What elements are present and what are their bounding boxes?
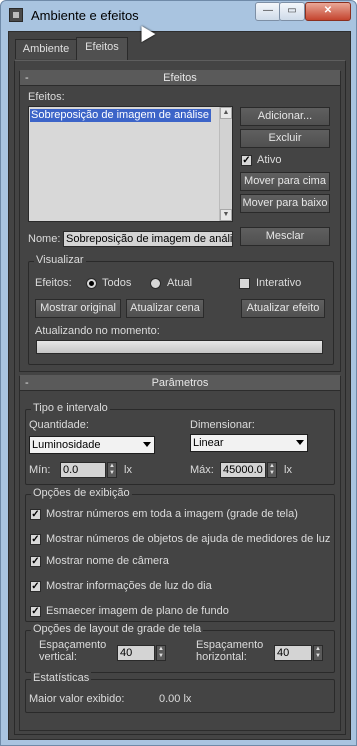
- vertical-field[interactable]: 40: [117, 645, 155, 661]
- min-spinner-arrows[interactable]: ▲ ▼: [107, 462, 117, 478]
- visualizar-title: Visualizar: [34, 254, 86, 266]
- list-item[interactable]: Sobreposição de imagem de análise de: [30, 109, 211, 122]
- min-field[interactable]: 0.0: [60, 462, 106, 478]
- estatisticas-title: Estatísticas: [31, 672, 92, 684]
- parametros-rollout: - Parâmetros Tipo e intervalo Quantidade…: [19, 375, 341, 731]
- title-bar[interactable]: Ambiente e efeitos — ▭ ✕: [1, 1, 356, 31]
- medidores-checkbox[interactable]: ✓: [30, 534, 41, 545]
- close-button[interactable]: ✕: [305, 2, 351, 21]
- max-spinner-arrows[interactable]: ▲ ▼: [267, 462, 277, 478]
- tipo-intervalo-title: Tipo e intervalo: [31, 402, 110, 414]
- efeitos-list-label: Efeitos:: [28, 91, 65, 103]
- horizontal-spinner-arrows[interactable]: ▲ ▼: [313, 645, 323, 661]
- radio-atual-label: Atual: [167, 277, 193, 289]
- collapse-icon: -: [25, 72, 29, 84]
- max-label: Máx:: [190, 464, 214, 476]
- grade-layout-title: Opções de layout de grade de tela: [31, 623, 204, 635]
- maior-valor-label: Maior valor exibido:: [29, 693, 125, 705]
- nome-field[interactable]: Sobreposição de imagem de anális: [63, 231, 233, 247]
- update-progress-bar: [36, 340, 323, 354]
- visualizar-group: Visualizar Efeitos: Todos Atual Interati…: [28, 254, 334, 365]
- vertical-spinner-arrows[interactable]: ▲ ▼: [156, 645, 166, 661]
- ativo-checkbox[interactable]: ✓: [241, 155, 252, 166]
- dimensionar-dropdown[interactable]: Linear: [190, 434, 308, 452]
- efeitos-rollout-title: Efeitos: [163, 72, 197, 84]
- grade-tela-checkbox[interactable]: ✓: [30, 509, 41, 520]
- camera-label: Mostrar nome de câmera: [46, 555, 169, 567]
- minimize-button[interactable]: —: [255, 2, 281, 21]
- horizontal-spinner[interactable]: 40 ▲ ▼: [274, 645, 324, 661]
- max-spinner[interactable]: 45000.0 ▲ ▼: [220, 462, 280, 478]
- interativo-checkbox[interactable]: [239, 278, 250, 289]
- dimensionar-value: Linear: [193, 437, 224, 449]
- scroll-down-icon[interactable]: ▼: [220, 209, 232, 221]
- interativo-label: Interativo: [256, 277, 302, 289]
- grade-layout-group: Opções de layout de grade de tela Espaça…: [25, 623, 335, 673]
- collapse-icon: -: [25, 377, 29, 389]
- max-field[interactable]: 45000.0: [220, 462, 266, 478]
- chevron-down-icon: [296, 440, 304, 445]
- excluir-button[interactable]: Excluir: [240, 129, 330, 148]
- atualizar-efeito-button[interactable]: Atualizar efeito: [241, 299, 325, 318]
- esmaecer-checkbox[interactable]: ✓: [30, 606, 41, 617]
- dialog-client: Ambiente Efeitos - Efeitos Efeitos: Sobr…: [8, 31, 351, 740]
- window: Ambiente e efeitos — ▭ ✕ Ambiente Efeito…: [0, 0, 357, 746]
- quantidade-value: Luminosidade: [32, 439, 101, 451]
- parametros-rollout-header[interactable]: - Parâmetros: [20, 376, 340, 391]
- luz-dia-checkbox[interactable]: ✓: [30, 581, 41, 592]
- esmaecer-label: Esmaecer imagem de plano de fundo: [46, 605, 229, 617]
- exibicao-title: Opções de exibição: [31, 487, 132, 499]
- tab-efeitos[interactable]: Efeitos: [76, 37, 128, 61]
- efeitos-rollout-header[interactable]: - Efeitos: [20, 71, 340, 86]
- grade-tela-label: Mostrar números em toda a imagem (grade …: [46, 508, 298, 520]
- espacamento-horizontal-label-1: Espaçamento: [196, 639, 264, 651]
- max-unit: lx: [284, 464, 292, 476]
- maior-valor-value: 0.00 lx: [159, 693, 192, 705]
- espacamento-vertical-label-1: Espaçamento: [39, 639, 107, 651]
- window-title: Ambiente e efeitos: [31, 8, 139, 23]
- min-label: Mín:: [29, 464, 51, 476]
- list-scrollbar[interactable]: ▲ ▼: [219, 107, 232, 221]
- luz-dia-label: Mostrar informações de luz do dia: [46, 580, 212, 592]
- tab-ambiente[interactable]: Ambiente: [15, 39, 77, 59]
- tipo-intervalo-group: Tipo e intervalo Quantidade: Luminosidad…: [25, 402, 335, 485]
- atualizando-label: Atualizando no momento:: [35, 325, 160, 337]
- maximize-button[interactable]: ▭: [279, 2, 305, 21]
- mesclar-button[interactable]: Mesclar: [240, 227, 330, 246]
- efeitos-radio-label: Efeitos:: [35, 277, 72, 289]
- quantidade-dropdown[interactable]: Luminosidade: [29, 436, 155, 454]
- mostrar-original-button[interactable]: Mostrar original: [35, 299, 121, 318]
- ativo-label: Ativo: [257, 154, 282, 166]
- atualizar-cena-button[interactable]: Atualizar cena: [126, 299, 204, 318]
- espacamento-vertical-label-2: vertical:: [39, 651, 77, 663]
- quantidade-label: Quantidade:: [29, 419, 89, 431]
- app-icon: [9, 8, 23, 22]
- espacamento-horizontal-label-2: horizontal:: [196, 651, 247, 663]
- radio-todos-label: Todos: [102, 277, 132, 289]
- adicionar-button[interactable]: Adicionar...: [240, 107, 330, 126]
- medidores-label: Mostrar números de objetos de ajuda de m…: [46, 533, 330, 545]
- nome-label: Nome:: [28, 233, 61, 245]
- efeitos-listbox[interactable]: Sobreposição de imagem de análise de ▲ ▼: [28, 106, 233, 222]
- vertical-spinner[interactable]: 40 ▲ ▼: [117, 645, 167, 661]
- exibicao-group: Opções de exibição ✓ Mostrar números em …: [25, 487, 335, 622]
- scroll-up-icon[interactable]: ▲: [220, 107, 232, 119]
- chevron-down-icon: [143, 442, 151, 447]
- min-unit: lx: [124, 464, 132, 476]
- dimensionar-label: Dimensionar:: [190, 419, 255, 431]
- min-spinner[interactable]: 0.0 ▲ ▼: [60, 462, 120, 478]
- efeitos-rollout: - Efeitos Efeitos: Sobreposição de image…: [19, 70, 341, 372]
- estatisticas-group: Estatísticas Maior valor exibido: 0.00 l…: [25, 672, 335, 713]
- radio-todos[interactable]: [86, 278, 97, 289]
- radio-atual[interactable]: [150, 278, 161, 289]
- horizontal-field[interactable]: 40: [274, 645, 312, 661]
- camera-checkbox[interactable]: ✓: [30, 556, 41, 567]
- parametros-rollout-title: Parâmetros: [151, 377, 209, 389]
- mover-cima-button[interactable]: Mover para cima: [240, 172, 330, 191]
- mover-baixo-button[interactable]: Mover para baixo: [240, 194, 330, 213]
